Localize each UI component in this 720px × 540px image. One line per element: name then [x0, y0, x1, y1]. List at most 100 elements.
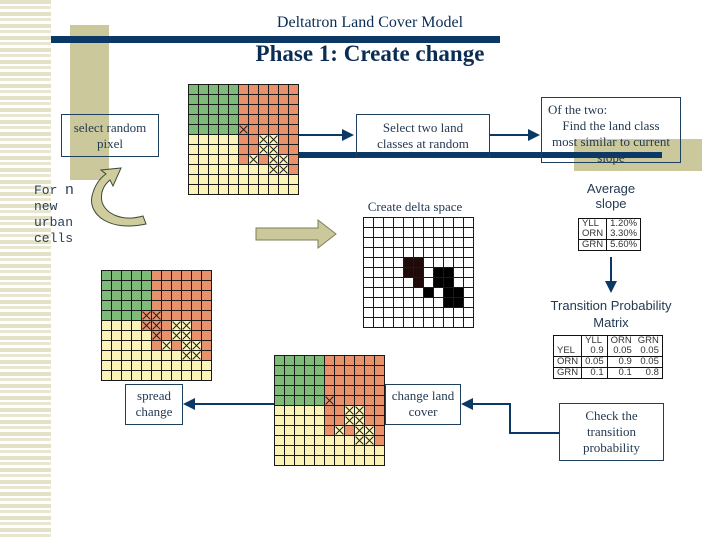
- grid-cell: [209, 115, 218, 124]
- grid-cell: [229, 185, 238, 194]
- grid-cell: [162, 271, 171, 280]
- grid-cell: [239, 105, 248, 114]
- grid-cell: [295, 386, 304, 395]
- grid-cell: [285, 376, 294, 385]
- grid-cell: [289, 175, 298, 184]
- grid-cell: [269, 95, 278, 104]
- grid-cell: [305, 376, 314, 385]
- grid-cell: [192, 271, 201, 280]
- grid-cell: [289, 155, 298, 164]
- grid-cell: [285, 446, 294, 455]
- grid-cell: [192, 331, 201, 340]
- loop-label-line: new: [34, 199, 58, 214]
- grid-cell: [365, 366, 374, 375]
- grid-cell: [285, 456, 294, 465]
- grid-cell: [394, 248, 403, 257]
- grid-cell: [162, 291, 171, 300]
- grid-cell: [364, 318, 373, 327]
- grid-cell: [202, 371, 211, 380]
- grid-cell: [325, 366, 334, 375]
- grid-cell: [364, 218, 373, 227]
- grid-cell: [285, 416, 294, 425]
- grid-cell: [394, 288, 403, 297]
- grid-cell: [229, 85, 238, 94]
- spread-change-grid: [101, 270, 212, 381]
- grid-cell: [444, 218, 453, 227]
- grid-cell: [102, 301, 111, 310]
- grid-cell: [464, 238, 473, 247]
- grid-cell: [404, 238, 413, 247]
- grid-cell: [404, 318, 413, 327]
- select-random-pixel-box: select random pixel: [61, 114, 159, 157]
- grid-cell: [189, 105, 198, 114]
- grid-cell: [365, 356, 374, 365]
- grid-cell: [249, 145, 258, 154]
- grid-cell: [325, 456, 334, 465]
- grid-cell: [132, 321, 141, 330]
- grid-cell: [464, 288, 473, 297]
- grid-cell: [112, 291, 121, 300]
- grid-cell: [325, 446, 334, 455]
- grid-cell: [152, 371, 161, 380]
- grid-cell: [249, 85, 258, 94]
- grid-cell: [122, 371, 131, 380]
- grid-cell: [355, 356, 364, 365]
- grid-cell: [199, 125, 208, 134]
- grid-cell-changed: [259, 145, 268, 154]
- grid-cell: [394, 268, 403, 277]
- grid-cell: [454, 278, 463, 287]
- grid-cell: [202, 321, 211, 330]
- grid-cell: [275, 426, 284, 435]
- matrix-value: 0.1: [607, 367, 635, 379]
- grid-cell: [279, 175, 288, 184]
- grid-cell: [162, 281, 171, 290]
- grid-cell: [142, 341, 151, 350]
- grid-cell: [162, 361, 171, 370]
- grid-cell: [384, 278, 393, 287]
- grid-cell: [285, 436, 294, 445]
- slope-class: ORN: [577, 229, 608, 240]
- grid-cell: [285, 396, 294, 405]
- transition-matrix-table: YLL ORN GRN YEL 0.9 0.05 0.05 ORN 0.05 0.9 0.05 GRN…: [552, 335, 663, 379]
- grid-cell: [102, 371, 111, 380]
- grid-cell-changed: [345, 406, 354, 415]
- matrix-value: 0.05: [607, 346, 635, 357]
- grid-cell: [199, 95, 208, 104]
- grid-cell: [285, 386, 294, 395]
- grid-cell: [364, 228, 373, 237]
- grid-cell: [199, 145, 208, 154]
- grid-cell: [315, 356, 324, 365]
- land-cover-grid-initial: [188, 84, 299, 195]
- grid-cell: [239, 85, 248, 94]
- grid-cell: [454, 258, 463, 267]
- grid-cell: [375, 446, 384, 455]
- grid-cell: [229, 175, 238, 184]
- grid-cell: [142, 301, 151, 310]
- grid-cell: [345, 386, 354, 395]
- grid-cell: [152, 351, 161, 360]
- grid-cell: [172, 351, 181, 360]
- grid-cell: [219, 85, 228, 94]
- grid-cell: [182, 271, 191, 280]
- grid-cell: [325, 376, 334, 385]
- grid-cell: [394, 228, 403, 237]
- grid-cell: [269, 125, 278, 134]
- grid-cell: [315, 396, 324, 405]
- grid-cell: [335, 386, 344, 395]
- grid-cell: [305, 436, 314, 445]
- grid-cell: [325, 436, 334, 445]
- slope-value: 5.60%: [606, 239, 642, 251]
- grid-cell: [305, 396, 314, 405]
- grid-cell-changed: [269, 165, 278, 174]
- grid-cell: [182, 301, 191, 310]
- find-land-class-heading: Of the two:: [548, 102, 608, 117]
- grid-cell: [355, 446, 364, 455]
- grid-cell: [289, 165, 298, 174]
- grid-cell: [112, 371, 121, 380]
- grid-cell: [219, 125, 228, 134]
- grid-cell: [229, 165, 238, 174]
- grid-cell: [152, 301, 161, 310]
- grid-cell: [454, 308, 463, 317]
- grid-cell: [434, 288, 443, 297]
- grid-cell: [375, 356, 384, 365]
